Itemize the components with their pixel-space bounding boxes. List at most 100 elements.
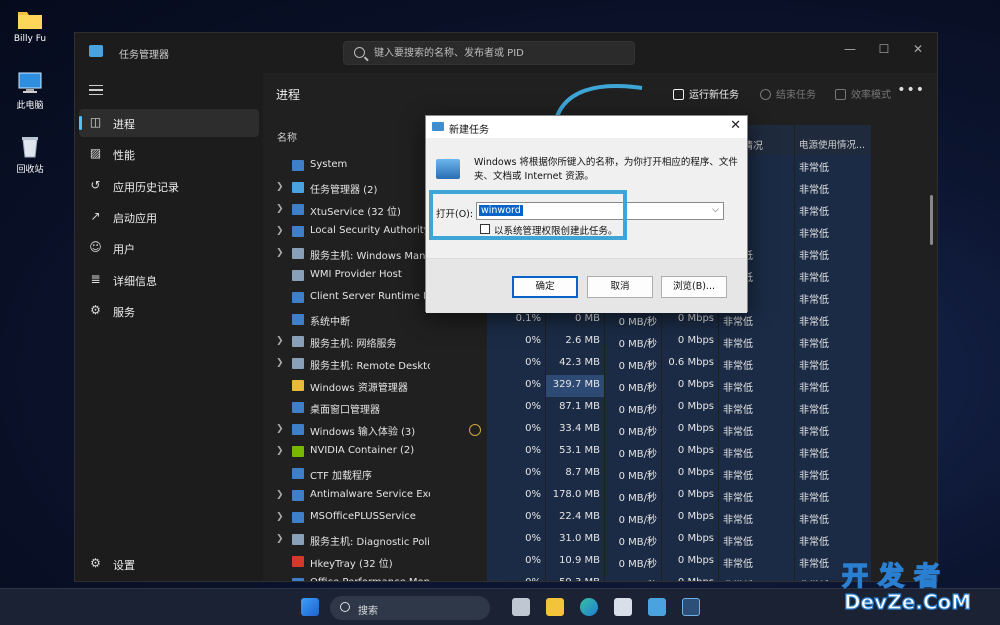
browse-button[interactable]: 浏览(B)... [661,276,727,298]
power-trend-cell: 非常低 [795,441,871,463]
sidebar-item-performance[interactable]: ▨ 性能 [79,140,259,168]
network-cell: 0 Mbps [662,551,718,573]
task-manager-taskbar-icon[interactable] [648,598,666,616]
title-bar: 任务管理器 — ☐ ✕ [75,33,937,73]
process-name: XtuService (32 位) [310,207,401,218]
minimize-button[interactable]: — [835,39,865,59]
disk-cell: 0 MB/秒 [605,441,661,463]
memory-cell: 53.1 MB [546,441,604,463]
network-cell: 0 Mbps [662,375,718,397]
table-row[interactable]: ❯服务主机: Diagnostic Policy ...0%31.0 MB0 M… [263,529,937,551]
sidebar-item-label: 性能 [113,149,135,162]
table-row[interactable]: ❯ Antimalware Service Execut... 0%178.0 MB… [263,485,937,507]
dialog-close-button[interactable]: ✕ [730,118,741,133]
chevron-right-icon[interactable]: ❯ [276,512,284,522]
sidebar-item-startup-apps[interactable]: ↗ 启动应用 [79,203,259,231]
table-row[interactable]: 桌面窗口管理器 0% 87.1 MB 0 MB/秒 0 Mbps 非常低 非常低 [263,397,937,419]
table-row[interactable]: ❯ 服务主机: Remote Desktop ... 0%42.3 MB0 MB/秒… [263,353,937,375]
desktop-icon-billy-fu[interactable]: Billy Fu [0,8,60,44]
power-usage-cell: 非常低 [719,573,794,581]
disk-cell: 0 MB/秒 [605,507,661,529]
start-icon[interactable] [301,598,319,616]
process-name: 服务主机: Remote Desktop ... [310,361,430,372]
chevron-right-icon[interactable]: ❯ [276,424,284,434]
ok-button[interactable]: 确定 [512,276,578,298]
maximize-button[interactable]: ☐ [869,39,899,59]
cpu-cell: 0% [487,573,545,581]
chevron-right-icon[interactable]: ❯ [276,226,284,236]
startup-icon: ↗ [90,209,101,223]
column-header-name[interactable]: 名称 [273,125,297,155]
close-button[interactable]: ✕ [903,39,933,59]
chevron-right-icon[interactable]: ❯ [276,204,284,214]
sidebar-item-settings[interactable]: ⚙ 设置 [79,550,259,578]
cancel-button[interactable]: 取消 [587,276,653,298]
window-title: 任务管理器 [119,50,169,61]
paused-icon [469,424,481,436]
sidebar-item-label: 用户 [113,243,135,256]
network-cell: 0 Mbps [662,419,718,441]
edge-icon[interactable] [580,598,598,616]
run-new-task-button[interactable]: 运行新任务 [673,86,739,101]
disk-cell: 0 MB/秒 [605,353,661,375]
network-cell: 0 Mbps [662,441,718,463]
power-trend-cell: 非常低 [795,397,871,419]
chevron-right-icon[interactable]: ❯ [276,446,284,456]
chevron-right-icon[interactable]: ❯ [276,534,284,544]
memory-cell: 33.4 MB [546,419,604,441]
desktop-icon-this-pc[interactable]: 此电脑 [0,72,60,111]
page-title: 进程 [276,88,301,102]
table-row[interactable]: ❯ 服务主机: 网络服务 0% 2.6 MB 0 MB/秒 0 Mbps 非常低 非常低 [263,331,937,353]
sidebar-item-app-history[interactable]: ↺ 应用历史记录 [79,172,259,200]
power-usage-cell: 非常低 [719,331,794,353]
power-usage-cell: 非常低 [719,419,794,441]
network-cell: 0 Mbps [662,463,718,485]
search-box[interactable] [343,41,635,65]
desktop-icon-label: 回收站 [16,165,44,175]
table-row[interactable]: ❯ NVIDIA Container (2) 0% 53.1 MB 0 MB/秒 0 Mb… [263,441,937,463]
table-row[interactable]: Office Performance Monitor 0%59.3 MB0 MB/… [263,573,937,581]
leaf-icon [835,89,846,100]
process-name: System [310,159,348,170]
sidebar-item-label: 启动应用 [113,212,157,225]
table-row[interactable]: ❯ Windows 输入体验 (3) 0% 33.4 MB 0 MB/秒 0 Mbps 非常… [263,419,937,441]
more-options-button[interactable]: ••• [897,82,925,98]
chevron-right-icon[interactable]: ❯ [276,490,284,500]
store-icon[interactable] [614,598,632,616]
process-icon [292,204,304,215]
taskbar-search[interactable]: 搜索 [330,596,490,620]
power-trend-cell: 非常低 [795,309,871,331]
efficiency-mode-button[interactable]: 效率模式 [835,86,891,101]
process-name: Antimalware Service Execut... [310,489,430,500]
task-view-icon[interactable] [512,598,530,616]
chevron-right-icon[interactable]: ❯ [276,358,284,368]
chevron-right-icon[interactable]: ❯ [276,248,284,258]
sidebar-item-services[interactable]: ⚙ 服务 [79,297,259,325]
sidebar-item-users[interactable]: ☺ 用户 [79,234,259,262]
chevron-down-icon[interactable]: ⌵ [712,205,719,215]
search-input[interactable] [374,45,624,61]
process-icon [292,358,304,369]
power-trend-cell: 非常低 [795,199,871,221]
table-row[interactable]: ❯ MSOfficePLUSService 0% 22.4 MB 0 MB/秒 0 Mbp… [263,507,937,529]
table-row[interactable]: HkeyTray (32 位) 0% 10.9 MB 0 MB/秒 0 Mbps 非常低非… [263,551,937,573]
run-dialog-icon [436,159,460,179]
power-usage-cell: 非常低 [719,529,794,551]
details-icon: ≣ [90,272,101,286]
scrollbar[interactable] [930,195,933,245]
hamburger-menu-icon[interactable] [89,85,103,95]
chevron-right-icon[interactable]: ❯ [276,182,284,192]
file-explorer-icon[interactable] [546,598,564,616]
process-name: NVIDIA Container (2) [310,445,415,456]
table-row[interactable]: Windows 资源管理器 0% 329.7 MB 0 MB/秒 0 Mbps 非常低 非常… [263,375,937,397]
end-task-button[interactable]: 结束任务 [760,86,816,101]
run-taskbar-icon[interactable] [682,598,700,616]
table-row[interactable]: CTF 加载程序 0% 8.7 MB 0 MB/秒 0 Mbps 非常低 非常低 [263,463,937,485]
column-header-power-trend[interactable]: 电源使用情况... [795,125,871,155]
process-name: 任务管理器 (2) [310,185,378,196]
sidebar-item-processes[interactable]: ◫ 进程 [79,109,259,137]
chevron-right-icon[interactable]: ❯ [276,336,284,346]
sidebar-item-details[interactable]: ≣ 详细信息 [79,266,259,294]
desktop-icon-recycle-bin[interactable]: 回收站 [0,136,60,175]
cpu-cell: 0% [487,331,545,353]
